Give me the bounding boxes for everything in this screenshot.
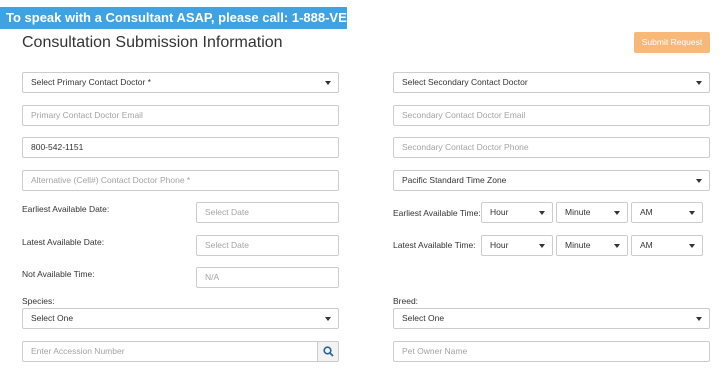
caret-down-icon <box>614 244 620 248</box>
caret-down-icon <box>689 244 695 248</box>
secondary-phone-input[interactable]: Secondary Contact Doctor Phone <box>393 137 710 158</box>
caret-down-icon <box>325 317 331 321</box>
earliest-date-input[interactable]: Select Date <box>196 202 339 223</box>
earliest-minute-value: Minute <box>565 207 591 217</box>
timezone-select-value: Pacific Standard Time Zone <box>402 175 507 185</box>
breed-select-value: Select One <box>402 313 445 323</box>
page-title: Consultation Submission Information <box>22 34 283 51</box>
caret-down-icon <box>689 211 695 215</box>
caret-down-icon <box>696 81 702 85</box>
earliest-ampm-select[interactable]: AM <box>631 202 703 223</box>
caret-down-icon <box>696 179 702 183</box>
breed-select[interactable]: Select One <box>393 308 710 329</box>
breed-label: Breed: <box>393 296 419 306</box>
latest-minute-value: Minute <box>565 240 591 250</box>
earliest-ampm-value: AM <box>640 207 653 217</box>
not-available-input[interactable]: N/A <box>196 267 339 288</box>
latest-date-label: Latest Available Date: <box>22 237 105 247</box>
primary-doctor-select-value: Select Primary Contact Doctor * <box>31 77 151 87</box>
pet-owner-input[interactable]: Pet Owner Name <box>393 341 710 362</box>
latest-hour-value: Hour <box>490 240 509 250</box>
earliest-minute-select[interactable]: Minute <box>556 202 628 223</box>
search-icon <box>323 346 334 357</box>
species-label: Species: <box>22 296 55 306</box>
latest-time-label: Latest Available Time: <box>393 240 476 250</box>
earliest-hour-select[interactable]: Hour <box>481 202 553 223</box>
alt-phone-input[interactable]: Alternative (Cell#) Contact Doctor Phone… <box>22 170 339 191</box>
earliest-time-label: Earliest Available Time: <box>393 208 481 218</box>
caret-down-icon <box>539 211 545 215</box>
timezone-select[interactable]: Pacific Standard Time Zone <box>393 170 710 191</box>
earliest-date-label: Earliest Available Date: <box>22 204 110 214</box>
latest-ampm-select[interactable]: AM <box>631 235 703 256</box>
latest-hour-select[interactable]: Hour <box>481 235 553 256</box>
not-available-label: Not Available Time: <box>22 269 95 279</box>
latest-ampm-value: AM <box>640 240 653 250</box>
caret-down-icon <box>696 317 702 321</box>
secondary-doctor-select-value: Select Secondary Contact Doctor <box>402 77 528 87</box>
accession-number-input[interactable]: Enter Accession Number <box>22 341 318 362</box>
caret-down-icon <box>539 244 545 248</box>
secondary-doctor-select[interactable]: Select Secondary Contact Doctor <box>393 72 710 93</box>
caret-down-icon <box>325 81 331 85</box>
latest-minute-select[interactable]: Minute <box>556 235 628 256</box>
species-select-value: Select One <box>31 313 74 323</box>
species-select[interactable]: Select One <box>22 308 339 329</box>
primary-email-input[interactable]: Primary Contact Doctor Email <box>22 105 339 126</box>
search-button[interactable] <box>317 341 339 362</box>
primary-doctor-select[interactable]: Select Primary Contact Doctor * <box>22 72 339 93</box>
latest-date-input[interactable]: Select Date <box>196 235 339 256</box>
earliest-hour-value: Hour <box>490 207 509 217</box>
primary-phone-input[interactable]: 800-542-1151 <box>22 137 339 158</box>
secondary-email-input[interactable]: Secondary Contact Doctor Email <box>393 105 710 126</box>
phone-banner: To speak with a Consultant ASAP, please … <box>0 7 389 29</box>
submit-request-button[interactable]: Submit Request <box>634 32 710 53</box>
caret-down-icon <box>614 211 620 215</box>
